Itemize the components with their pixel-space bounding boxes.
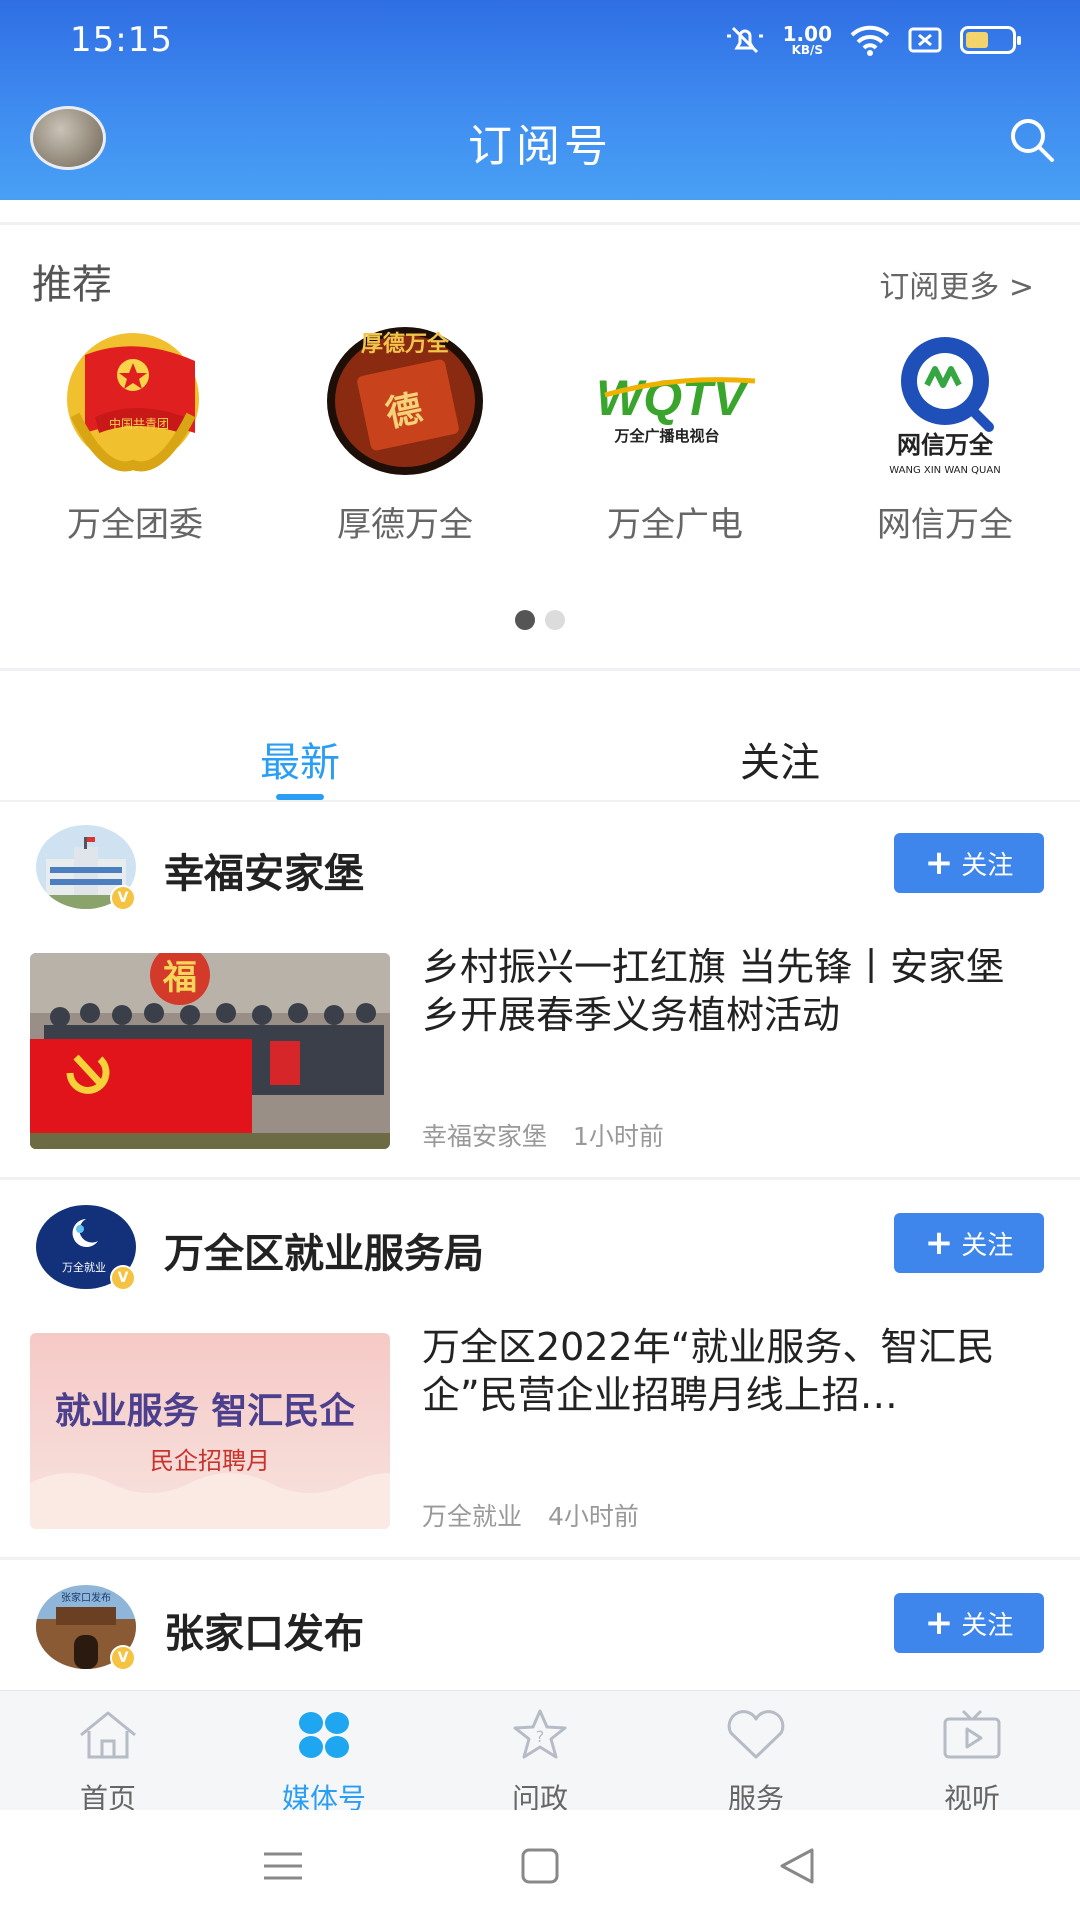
recommend-item-name: 网信万全 [877,505,1013,545]
logo-caption: 网信万全 [897,430,994,459]
follow-button[interactable]: + 关注 [894,1213,1044,1273]
top-header: 15:15 1.00 KB/S 订阅号 [0,0,1080,200]
feed-item[interactable]: 万全就业 V 万全区就业服务局 + 关注 就业服务 智汇民企 民企招聘月 万全区… [0,1205,1080,1555]
article-meta: 幸福安家堡 1小时前 [422,1117,664,1153]
nav-item-video[interactable]: 视听 [872,1709,1072,1817]
article-meta: 万全就业 4小时前 [422,1497,639,1533]
wifi-icon [850,25,890,56]
follow-button[interactable]: + 关注 [894,833,1044,893]
plus-icon: + [924,1603,954,1643]
logo-caption: 厚德万全 [361,331,450,357]
divider [0,1557,1080,1560]
battery-icon [960,26,1021,54]
recommend-item-name: 万全团委 [67,505,203,545]
media-icon [299,1712,349,1758]
back-icon[interactable] [772,1844,822,1888]
recommend-item[interactable]: 中国共青团 万全团委 [20,325,250,546]
star-question-icon: ? [513,1709,567,1759]
image-caption: 福 [162,958,197,998]
account-avatar[interactable]: 万全就业 V [36,1205,136,1291]
divider [0,800,1080,802]
sim-off-icon [908,27,942,53]
avatar-caption: 万全就业 [62,1260,106,1274]
account-name[interactable]: 万全区就业服务局 [164,1221,484,1279]
nav-item-media[interactable]: 媒体号 [224,1709,424,1817]
recommend-item[interactable]: 德 厚德万全 厚德万全 [290,325,520,546]
nav-item-service[interactable]: 服务 [656,1709,856,1817]
divider [0,668,1080,671]
logo-subcaption: WANG XIN WAN QUAN [889,465,1000,476]
bottom-nav: 首页 媒体号 ? 问政 服务 视听 [0,1690,1080,1815]
carousel-pager [0,610,1080,630]
wqtv-logo-icon: WQTV 万全广播电视台 [585,325,765,485]
feed-item[interactable]: 张家口发布 V 张家口发布 + 关注 [0,1585,1080,1685]
page-title: 订阅号 [468,121,612,172]
pager-dot [545,610,565,630]
tv-play-icon [943,1709,1001,1759]
verified-badge-icon: V [110,1265,136,1291]
mute-bell-icon [726,26,763,54]
article-source: 万全就业 [422,1502,523,1531]
plus-icon: + [924,843,954,883]
follow-button-label: 关注 [961,1230,1014,1261]
recommend-item-name: 厚德万全 [337,505,473,545]
recommend-carousel[interactable]: 中国共青团 万全团委 德 厚德万全 厚德万全 WQTV 万全广播电视台 万全广电… [0,325,1080,545]
logo-caption: 中国共青团 [109,416,169,431]
system-nav-bar [0,1810,1080,1920]
article-source: 幸福安家堡 [422,1122,548,1151]
status-time: 15:15 [70,20,173,60]
divider [0,1177,1080,1180]
article-time: 4小时前 [547,1502,639,1531]
divider [0,222,1080,225]
logo-subcaption: 万全广播电视台 [613,427,719,445]
heart-icon [727,1710,785,1759]
image-caption: 就业服务 智汇民企 [55,1390,357,1432]
status-bar: 15:15 1.00 KB/S [0,0,1080,80]
feed-tabs: 最新 关注 [0,700,1080,800]
svg-text:?: ? [536,1727,545,1746]
account-avatar[interactable]: V [36,825,136,911]
article-thumbnail[interactable]: 福 [30,953,390,1149]
account-avatar[interactable]: 张家口发布 V [36,1585,136,1671]
search-icon[interactable] [1004,112,1060,168]
account-name[interactable]: 张家口发布 [164,1601,364,1659]
follow-button-label: 关注 [961,850,1014,881]
article-headline[interactable]: 万全区2022年“就业服务、智汇民企”民营企业招聘月线上招… [422,1323,1034,1419]
article-headline[interactable]: 乡村振兴一扛红旗 当先锋丨安家堡乡开展春季义务植树活动 [422,943,1034,1039]
nav-item-inquiry[interactable]: ? 问政 [440,1709,640,1817]
youth-league-logo-icon: 中国共青团 [45,325,225,485]
title-bar: 订阅号 [0,100,1080,180]
home-icon [80,1711,136,1759]
follow-button[interactable]: + 关注 [894,1593,1044,1653]
tab-following[interactable]: 关注 [630,730,930,788]
recommend-item[interactable]: WQTV 万全广播电视台 万全广电 [560,325,790,546]
plus-icon: + [924,1223,954,1263]
article-thumbnail[interactable]: 就业服务 智汇民企 民企招聘月 [30,1333,390,1529]
follow-button-label: 关注 [961,1610,1014,1641]
account-name[interactable]: 幸福安家堡 [164,841,364,899]
verified-badge-icon: V [110,1645,136,1671]
houde-logo-icon: 德 厚德万全 [315,325,495,485]
net-speed: 1.00 KB/S [782,22,832,57]
recommend-title: 推荐 [32,262,112,308]
article-time: 1小时前 [572,1122,664,1151]
home-square-icon[interactable] [515,1844,565,1888]
subscribe-more-link[interactable]: 订阅更多 > [879,262,1034,306]
nav-item-home[interactable]: 首页 [8,1709,208,1817]
feed-item[interactable]: V 幸福安家堡 + 关注 福 乡村振兴一扛红旗 当先锋丨安家堡乡开展春季义务植树… [0,825,1080,1175]
recommend-item[interactable]: 网信万全 WANG XIN WAN QUAN 网信万全 [830,325,1060,546]
status-icons: 1.00 KB/S [725,22,1021,58]
wangxin-logo-icon: 网信万全 WANG XIN WAN QUAN [855,325,1035,485]
image-subcaption: 民企招聘月 [150,1447,270,1475]
avatar-caption: 张家口发布 [61,1591,111,1604]
tab-latest[interactable]: 最新 [150,730,450,788]
pager-dot-active [515,610,535,630]
menu-icon[interactable] [258,1844,308,1888]
verified-badge-icon: V [110,885,136,911]
recommend-item-name: 万全广电 [607,505,743,545]
